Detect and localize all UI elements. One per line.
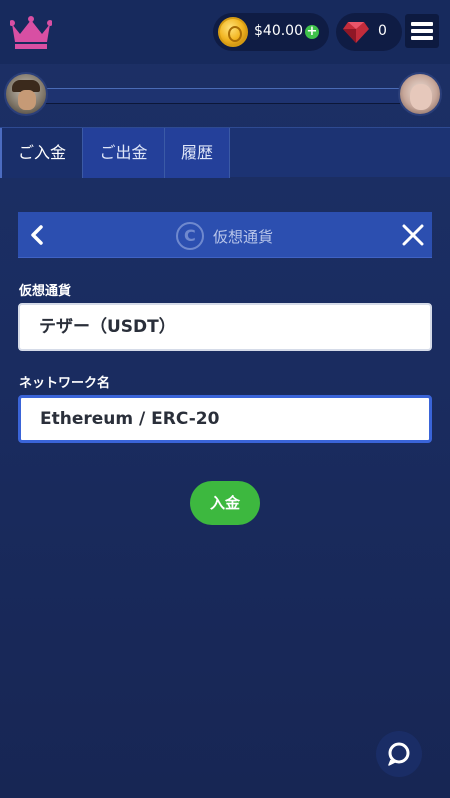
level-progress-row bbox=[0, 64, 450, 126]
panel-title: 仮想通貨 bbox=[213, 228, 274, 246]
crypto-icon bbox=[176, 222, 204, 250]
currency-label: 仮想通貨 bbox=[19, 284, 72, 299]
close-icon[interactable] bbox=[402, 224, 424, 246]
tab-history[interactable]: 履歴 bbox=[165, 128, 230, 178]
deposit-button[interactable]: 入金 bbox=[190, 481, 260, 525]
plus-icon[interactable]: + bbox=[305, 25, 319, 39]
chat-button[interactable] bbox=[376, 731, 422, 777]
menu-button[interactable] bbox=[405, 14, 439, 48]
wallet-tabs: ご入金 ご出金 履歴 bbox=[0, 127, 450, 178]
user-avatar[interactable] bbox=[4, 72, 48, 116]
currency-select[interactable]: テザー（USDT） bbox=[18, 303, 432, 351]
network-label: ネットワーク名 bbox=[19, 376, 111, 391]
tab-withdraw[interactable]: ご出金 bbox=[83, 128, 165, 178]
balance-pill[interactable]: $40.00 + bbox=[213, 13, 329, 51]
network-select[interactable]: Ethereum / ERC-20 bbox=[18, 395, 432, 443]
progress-bar bbox=[40, 88, 408, 104]
chevron-left-icon[interactable] bbox=[30, 225, 44, 245]
next-level-avatar[interactable] bbox=[398, 72, 442, 116]
top-bar: $40.00 + 0 bbox=[0, 0, 450, 64]
coin-icon bbox=[218, 17, 248, 47]
tab-deposit[interactable]: ご入金 bbox=[0, 128, 83, 178]
crown-icon[interactable] bbox=[10, 14, 52, 50]
balance-amount: $40.00 bbox=[254, 23, 303, 39]
gem-count: 0 bbox=[378, 23, 387, 39]
payment-method-header: 仮想通貨 bbox=[18, 212, 432, 258]
gem-pill[interactable]: 0 bbox=[336, 13, 402, 51]
menu-icon bbox=[411, 22, 433, 26]
chat-icon bbox=[388, 742, 410, 766]
gem-icon bbox=[343, 22, 369, 43]
